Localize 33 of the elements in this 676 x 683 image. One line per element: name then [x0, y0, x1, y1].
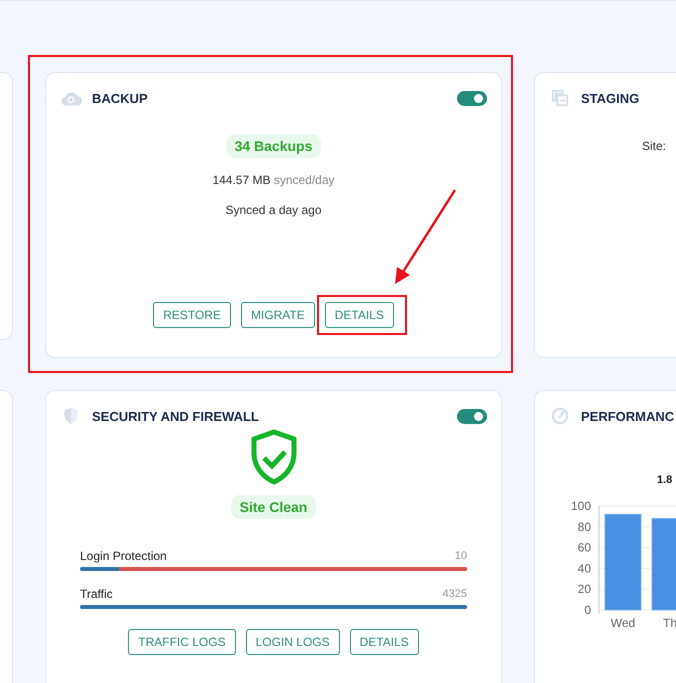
status-badge: 34 Backups — [226, 134, 322, 158]
copy-icon — [549, 89, 571, 107]
meter-reading: 4325 — [442, 587, 467, 601]
outline-button[interactable]: LOGIN LOGS — [246, 629, 340, 655]
site-label: Site: — [642, 139, 668, 153]
meter-label: Login Protection — [80, 549, 167, 563]
axis-tick-label: 20 — [578, 582, 591, 596]
card-title: BACKUP — [92, 90, 149, 106]
chart-title: 1.8 — [657, 474, 672, 486]
card-title: STAGING — [581, 90, 640, 106]
axis-category-label: Wed — [610, 616, 636, 630]
axis-category-label: Th — [663, 616, 676, 630]
outline-button[interactable]: TRAFFIC LOGS — [128, 629, 236, 655]
axis-tick-label: 80 — [578, 520, 591, 534]
meter-label: Traffic — [80, 587, 113, 601]
shield-check-icon — [250, 429, 298, 485]
axis-tick-label: 0 — [584, 603, 591, 617]
sync-size-text: 144.57 MB synced/day — [212, 173, 335, 187]
outline-button[interactable]: MIGRATE — [240, 302, 315, 328]
toggle-switch[interactable] — [457, 408, 487, 424]
outline-button[interactable]: DETAILS — [324, 302, 394, 328]
meter-reading: 10 — [454, 549, 467, 563]
last-synced-text: Synced a day ago — [225, 203, 322, 217]
toggle-switch[interactable] — [457, 90, 487, 106]
card-title: SECURITY AND FIREWALL — [92, 408, 260, 424]
axis-tick-label: 60 — [578, 540, 591, 555]
axis-tick-label: 40 — [578, 561, 591, 576]
outline-button[interactable]: DETAILS — [350, 629, 419, 655]
gauge-icon — [549, 407, 571, 425]
status-badge: Site Clean — [230, 495, 316, 519]
outline-button[interactable]: RESTORE — [153, 302, 231, 328]
card-title: PERFORMANC — [581, 408, 676, 424]
axis-tick-label: 100 — [570, 499, 591, 513]
